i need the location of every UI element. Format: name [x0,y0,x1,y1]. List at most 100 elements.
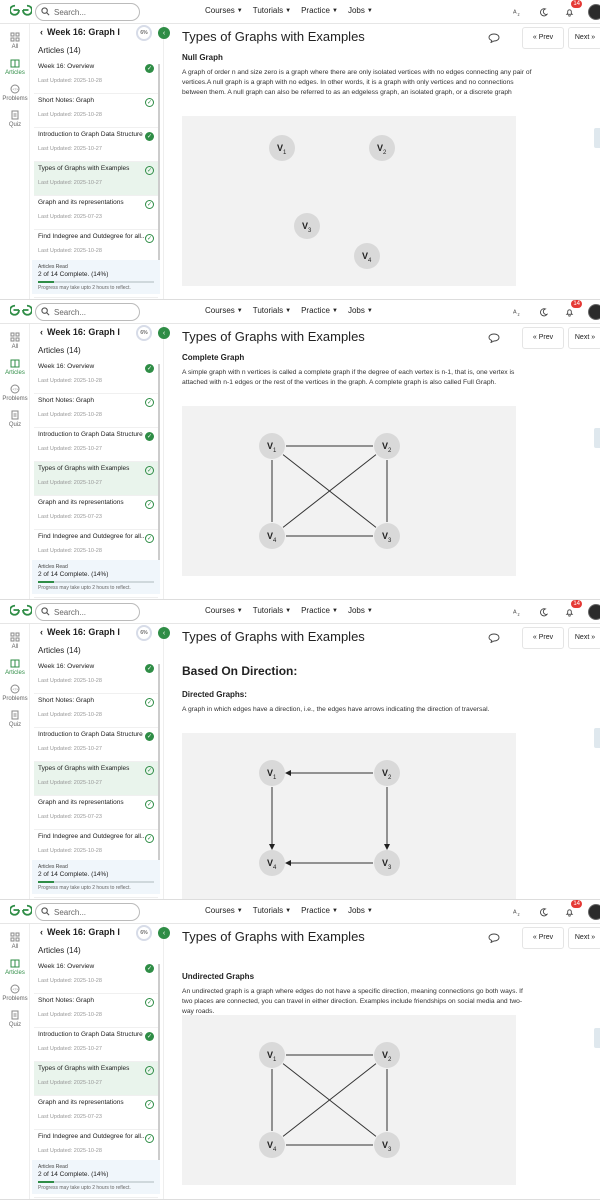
nav-courses[interactable]: Courses ▼ [205,906,243,915]
rail-quiz[interactable]: Quiz [0,710,30,728]
search-input[interactable]: Search... [35,903,140,921]
nav-practice[interactable]: Practice ▼ [301,6,338,15]
nav-courses[interactable]: Courses ▼ [205,306,243,315]
list-item[interactable]: Types of Graphs with Examples Last Update… [34,162,158,196]
nav-tutorials[interactable]: Tutorials ▼ [253,906,291,915]
nav-courses[interactable]: Courses ▼ [205,6,243,15]
rail-all[interactable]: All [0,632,30,650]
list-item[interactable]: Short Notes: Graph Last Updated: 2025-10-… [34,994,158,1028]
week-title[interactable]: ‹ Week 16: Graph I [40,327,120,337]
list-item[interactable]: Graph and its representations Last Update… [34,196,158,230]
list-item[interactable]: Find Indegree and Outdegree for all... La… [34,530,158,564]
feedback-tab[interactable] [594,1028,600,1048]
rail-quiz[interactable]: Quiz [0,410,30,428]
dark-mode-icon[interactable] [536,905,550,919]
nav-practice[interactable]: Practice ▼ [301,906,338,915]
list-item[interactable]: Graph and its representations Last Update… [34,1096,158,1130]
rail-all[interactable]: All [0,32,30,50]
scrollbar[interactable] [158,64,160,264]
comment-icon[interactable] [488,30,500,48]
scrollbar[interactable] [158,964,160,1164]
comment-icon[interactable] [488,930,500,948]
list-item[interactable]: Short Notes: Graph Last Updated: 2025-10-… [34,94,158,128]
prev-button[interactable]: « Prev [522,627,564,649]
feedback-tab[interactable] [594,728,600,748]
rail-quiz[interactable]: Quiz [0,110,30,128]
feedback-tab[interactable] [594,128,600,148]
list-item[interactable]: Week 16: Overview Last Updated: 2025-10-2… [34,660,158,694]
list-item[interactable]: Find Indegree and Outdegree for all... La… [34,1130,158,1164]
prev-button[interactable]: « Prev [522,327,564,349]
rail-problems[interactable]: </> Problems [0,684,30,702]
week-title[interactable]: ‹ Week 16: Graph I [40,627,120,637]
scrollbar[interactable] [158,364,160,564]
avatar[interactable] [588,4,600,20]
list-item[interactable]: Introduction to Graph Data Structure Last… [34,428,158,462]
list-item[interactable]: Introduction to Graph Data Structure Last… [34,728,158,762]
collapse-sidebar-button[interactable]: ‹ [158,327,170,339]
translate-icon[interactable]: Az [510,605,524,619]
prev-button[interactable]: « Prev [522,27,564,49]
list-item[interactable]: Find Indegree and Outdegree for all... La… [34,230,158,264]
week-title[interactable]: ‹ Week 16: Graph I [40,27,120,37]
rail-all[interactable]: All [0,932,30,950]
translate-icon[interactable]: Az [510,905,524,919]
next-button[interactable]: Next » [568,627,600,649]
rail-problems[interactable]: </> Problems [0,384,30,402]
dark-mode-icon[interactable] [536,305,550,319]
rail-articles[interactable]: Articles [0,958,30,976]
nav-tutorials[interactable]: Tutorials ▼ [253,6,291,15]
list-item[interactable]: Graph and its representations Last Update… [34,796,158,830]
list-item[interactable]: Introduction to Graph Data Structure Last… [34,128,158,162]
list-item[interactable]: Week 16: Overview Last Updated: 2025-10-2… [34,60,158,94]
bell-icon[interactable]: 14 [562,300,582,319]
avatar[interactable] [588,604,600,620]
nav-jobs[interactable]: Jobs ▼ [348,906,373,915]
rail-problems[interactable]: </> Problems [0,984,30,1002]
list-item[interactable]: Graph and its representations Last Update… [34,496,158,530]
rail-articles[interactable]: Articles [0,58,30,76]
comment-icon[interactable] [488,630,500,648]
comment-icon[interactable] [488,330,500,348]
bell-icon[interactable]: 14 [562,900,582,919]
collapse-sidebar-button[interactable]: ‹ [158,27,170,39]
translate-icon[interactable]: Az [510,305,524,319]
rail-problems[interactable]: </> Problems [0,84,30,102]
collapse-sidebar-button[interactable]: ‹ [158,927,170,939]
rail-articles[interactable]: Articles [0,358,30,376]
nav-jobs[interactable]: Jobs ▼ [348,606,373,615]
next-button[interactable]: Next » [568,327,600,349]
feedback-tab[interactable] [594,428,600,448]
bell-icon[interactable]: 14 [562,0,582,19]
rail-articles[interactable]: Articles [0,658,30,676]
prev-button[interactable]: « Prev [522,927,564,949]
list-item[interactable]: Short Notes: Graph Last Updated: 2025-10-… [34,694,158,728]
nav-tutorials[interactable]: Tutorials ▼ [253,606,291,615]
avatar[interactable] [588,904,600,920]
rail-all[interactable]: All [0,332,30,350]
nav-courses[interactable]: Courses ▼ [205,606,243,615]
gfg-logo[interactable] [9,303,33,322]
list-item[interactable]: Introduction to Graph Data Structure Last… [34,1028,158,1062]
list-item[interactable]: Find Indegree and Outdegree for all... La… [34,830,158,864]
next-button[interactable]: Next » [568,927,600,949]
nav-tutorials[interactable]: Tutorials ▼ [253,306,291,315]
list-item[interactable]: Short Notes: Graph Last Updated: 2025-10-… [34,394,158,428]
gfg-logo[interactable] [9,603,33,622]
translate-icon[interactable]: Az [510,5,524,19]
list-item[interactable]: Week 16: Overview Last Updated: 2025-10-2… [34,360,158,394]
list-item[interactable]: Types of Graphs with Examples Last Update… [34,462,158,496]
gfg-logo[interactable] [9,903,33,922]
list-item[interactable]: Types of Graphs with Examples Last Update… [34,762,158,796]
avatar[interactable] [588,304,600,320]
week-title[interactable]: ‹ Week 16: Graph I [40,927,120,937]
bell-icon[interactable]: 14 [562,600,582,619]
gfg-logo[interactable] [9,3,33,22]
search-input[interactable]: Search... [35,3,140,21]
nav-jobs[interactable]: Jobs ▼ [348,306,373,315]
dark-mode-icon[interactable] [536,5,550,19]
scrollbar[interactable] [158,664,160,864]
search-input[interactable]: Search... [35,303,140,321]
search-input[interactable]: Search... [35,603,140,621]
nav-jobs[interactable]: Jobs ▼ [348,6,373,15]
